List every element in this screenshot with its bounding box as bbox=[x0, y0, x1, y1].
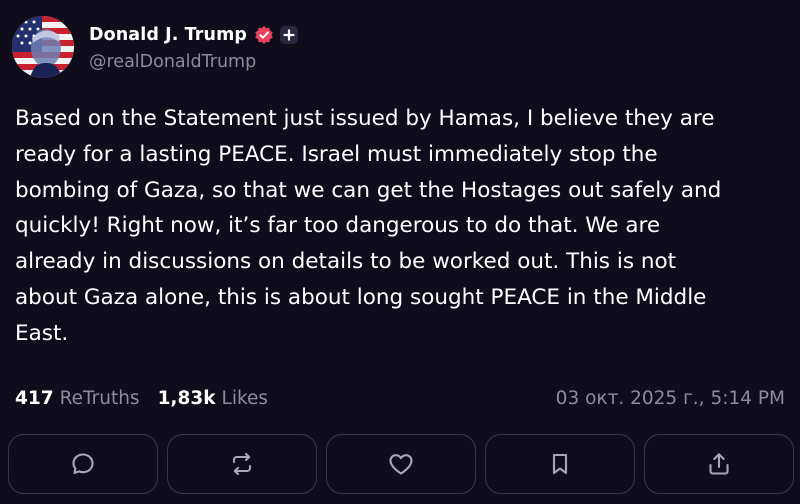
post-text: Based on the Statement just issued by Ha… bbox=[15, 106, 722, 346]
post-stats: 417 ReTruths 1,83k Likes 03 окт. 2025 г.… bbox=[15, 384, 785, 412]
like-button[interactable] bbox=[326, 434, 476, 494]
bookmark-icon bbox=[552, 453, 568, 475]
retruths-count[interactable]: 417 bbox=[15, 388, 54, 409]
plus-badge-icon bbox=[280, 26, 299, 44]
author-names: Donald J. Trump @realDonaldTrump bbox=[89, 22, 299, 72]
retruth-button[interactable] bbox=[167, 434, 317, 494]
action-bar bbox=[8, 434, 794, 494]
retruth-icon bbox=[232, 452, 252, 476]
verified-badge-icon bbox=[254, 25, 274, 45]
bookmark-button[interactable] bbox=[485, 434, 635, 494]
share-icon bbox=[709, 453, 729, 475]
author-handle[interactable]: @realDonaldTrump bbox=[89, 52, 298, 72]
likes-label[interactable]: Likes bbox=[222, 388, 269, 409]
heart-icon bbox=[389, 454, 413, 475]
retruths-label[interactable]: ReTruths bbox=[60, 388, 140, 409]
author-display-name[interactable]: Donald J. Trump bbox=[89, 25, 247, 45]
post-timestamp: 03 окт. 2025 г., 5:14 PM bbox=[555, 387, 785, 409]
likes-count[interactable]: 1,83k bbox=[158, 388, 216, 409]
post-header: Donald J. Trump @realDonaldTrump bbox=[12, 16, 299, 78]
reply-button[interactable] bbox=[8, 434, 158, 494]
share-button[interactable] bbox=[644, 434, 794, 494]
comment-icon bbox=[72, 453, 94, 475]
name-row: Donald J. Trump bbox=[89, 22, 299, 48]
flag-portrait-avatar[interactable] bbox=[12, 16, 74, 78]
